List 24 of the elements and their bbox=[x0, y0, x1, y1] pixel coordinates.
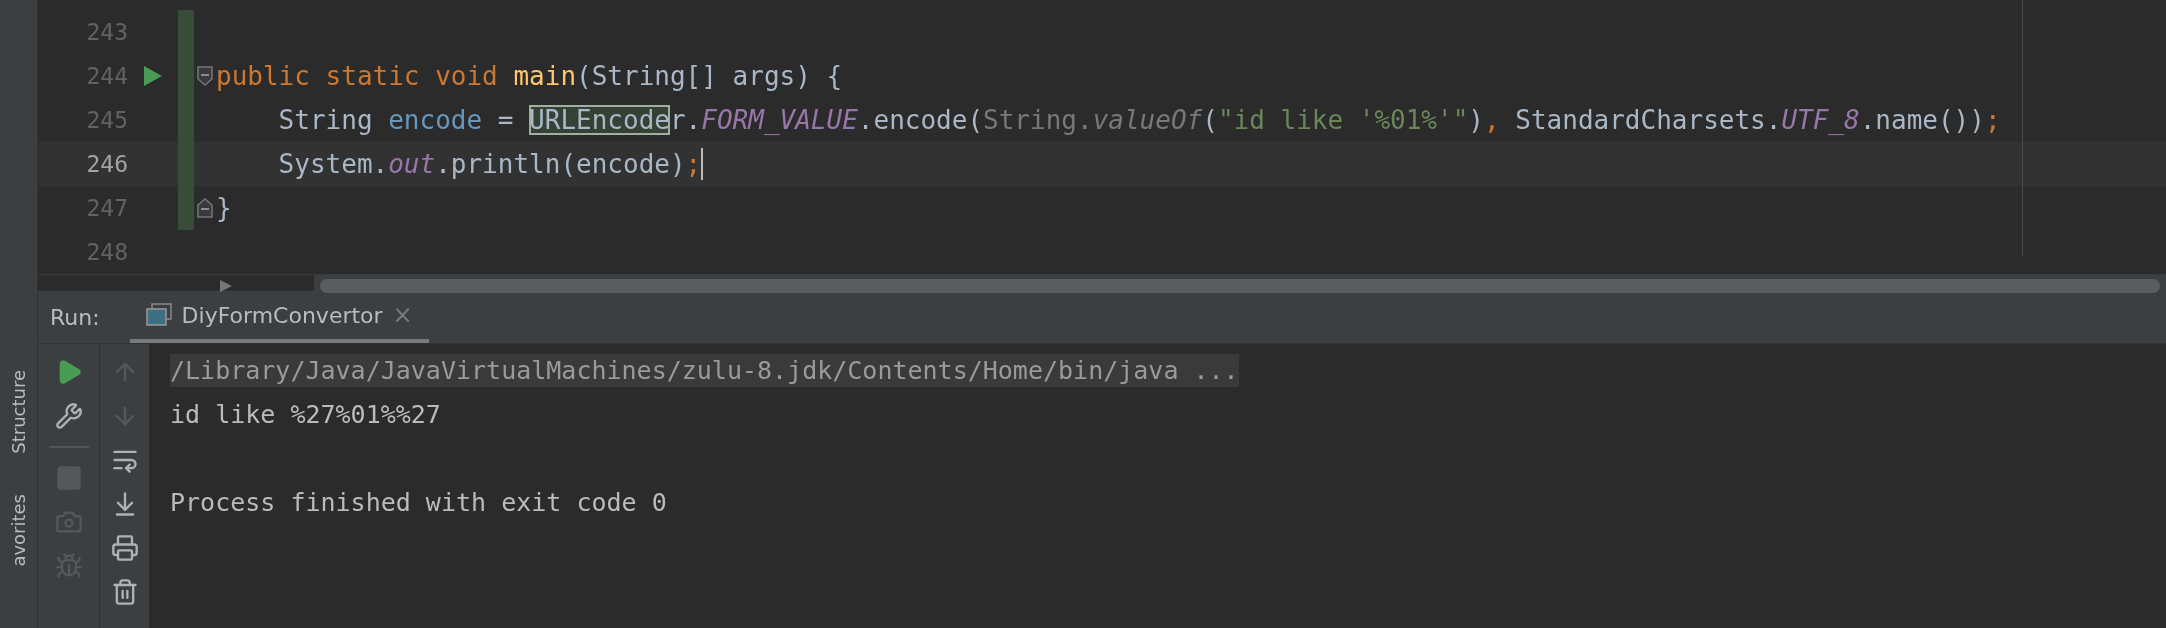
run-label: Run: bbox=[49, 304, 101, 330]
line-number: 244 bbox=[85, 63, 128, 89]
line-number: 245 bbox=[85, 107, 128, 133]
line-number: 248 bbox=[85, 239, 128, 265]
code-line: public static void main(String[] args) { bbox=[216, 60, 843, 93]
wrench-icon[interactable] bbox=[54, 402, 83, 430]
code-line: System.out.println(encode); bbox=[277, 148, 702, 181]
line-number: 247 bbox=[85, 195, 128, 221]
tab-title: DiyFormConvertor bbox=[181, 302, 383, 328]
line-number: 243 bbox=[85, 19, 128, 45]
fold-icon[interactable] bbox=[197, 66, 213, 86]
expand-arrow-icon[interactable] bbox=[218, 278, 234, 294]
run-icon[interactable] bbox=[143, 65, 163, 87]
console-output: Process finished with exit code 0 bbox=[170, 486, 667, 519]
line-number: 246 bbox=[85, 151, 128, 177]
fold-icon[interactable] bbox=[197, 198, 213, 218]
code-line: String encode = URLEncode r.FORM_VALUE.encode(String.valueOf("id like '%01%'"), StandardCharsets.UTF_8.name()); bbox=[277, 104, 2001, 137]
trash-icon[interactable] bbox=[110, 578, 139, 606]
console-icon bbox=[145, 303, 172, 327]
side-tab[interactable]: Structure bbox=[8, 370, 29, 454]
code-line: } bbox=[216, 192, 232, 225]
side-tab[interactable]: avorites bbox=[8, 493, 29, 567]
console-output: id like %27%01%%27 bbox=[170, 398, 441, 431]
printer-icon[interactable] bbox=[110, 534, 139, 562]
